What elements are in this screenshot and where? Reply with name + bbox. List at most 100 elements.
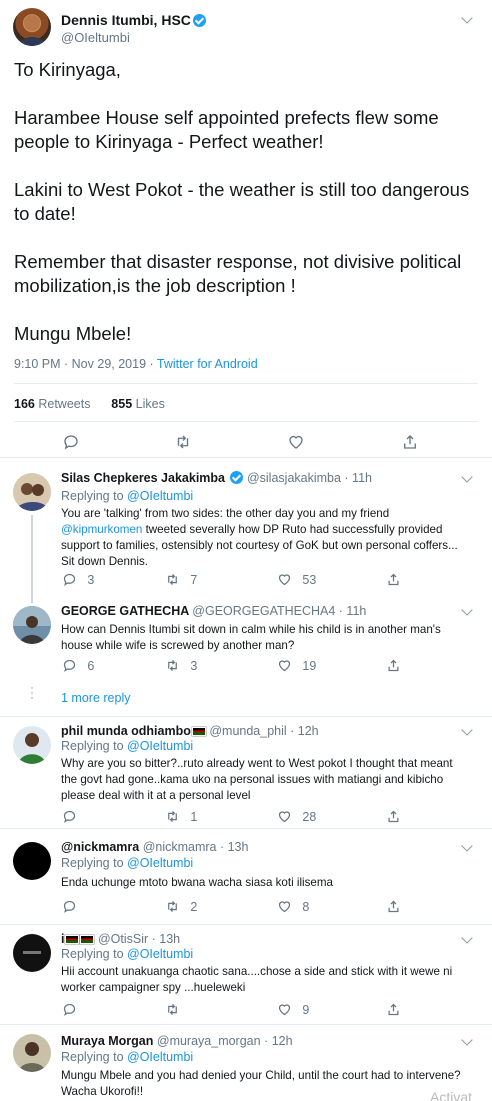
like-button[interactable]: 8 [277,899,309,914]
reply-button[interactable] [62,1002,77,1017]
reply-count: 6 [87,658,95,673]
retweet-button[interactable]: 3 [165,658,197,673]
divider [14,383,478,384]
like-button[interactable] [287,433,305,451]
chevron-down-icon[interactable] [461,471,473,483]
replying-to: Replying to @OIeltumbi [61,1050,194,1064]
heart-icon [278,574,291,586]
reply-button[interactable]: 3 [62,572,94,587]
retweet-button[interactable] [174,433,192,451]
share-button[interactable] [401,433,419,451]
reply-text: How can Dennis Itumbi sit down in calm w… [61,623,441,652]
reply-author[interactable]: Silas Chepkeres Jakakimba @silasjakakimb… [61,471,372,485]
reply-icon [64,435,78,450]
avatar[interactable] [13,842,51,880]
tweet-paragraph: Mungu Mbele! [14,323,132,344]
reply-author[interactable]: @nickmamra @nickmamra · 13h [61,840,248,854]
chevron-down-icon[interactable] [461,604,473,616]
reply-button[interactable] [62,809,87,824]
tweet-paragraph: Lakini to West Pokot - the weather is st… [14,179,470,224]
heart-icon [278,1004,291,1016]
avatar[interactable] [13,934,51,972]
like-button[interactable]: 19 [277,658,316,673]
reply: i @OtisSir · 13h Replying to @OIeltumbi … [0,926,492,1025]
retweet-button[interactable]: 2 [165,899,197,914]
divider [14,421,478,422]
retweet-button[interactable]: 7 [165,572,197,587]
heart-icon [278,660,291,672]
tweet-source-link[interactable]: Twitter for Android [157,357,258,371]
tweet-paragraph: Remember that disaster response, not div… [14,251,462,296]
tweet-meta: 9:10 PM · Nov 29, 2019 · Twitter for And… [14,357,258,371]
share-button[interactable] [386,658,401,673]
author-avatar[interactable] [13,8,51,46]
reply-text: Why are you so bitter?..ruto already wen… [61,757,453,802]
tweet-timestamp[interactable]: 9:10 PM · Nov 29, 2019 · [14,357,157,371]
kenya-flag-icon [80,935,95,944]
thread-dots [29,687,35,702]
retweet-icon [177,435,189,449]
avatar[interactable] [13,606,51,644]
chevron-down-icon[interactable] [461,1034,473,1046]
avatar[interactable] [13,473,51,511]
share-button[interactable] [386,572,401,587]
reply-icon [63,659,76,672]
replying-to: Replying to @OIeltumbi [61,947,194,961]
chevron-down-icon[interactable] [461,840,473,852]
more-replies-link[interactable]: 1 more reply [61,691,130,705]
reply-author[interactable]: i @OtisSir · 13h [61,932,180,946]
reply-button[interactable] [62,433,80,451]
reply: Muraya Morgan @muraya_morgan · 12h Reply… [0,1026,492,1101]
share-icon [404,435,416,449]
retweet-count: 3 [190,658,198,673]
retweet-button[interactable]: 1 [165,809,197,824]
like-count: 8 [302,899,310,914]
chevron-down-icon[interactable] [461,932,473,944]
likes-stat[interactable]: 855 Likes [111,397,165,411]
like-count: 9 [302,1002,310,1017]
share-button[interactable] [386,809,401,824]
like-count: 28 [302,809,317,824]
author-name[interactable]: Dennis Itumbi, HSC [61,12,206,28]
reply-author[interactable]: GEORGE GATHECHA @GEORGEGATHECHA4 · 11h [61,604,366,618]
reply-text: You are 'talking' from two sides: the ot… [61,507,458,568]
reply-icon [63,573,76,586]
like-button[interactable]: 53 [277,572,316,587]
tweet-paragraph: To Kirinyaga, [14,59,121,80]
reply-button[interactable]: 6 [62,658,94,673]
chevron-down-icon[interactable] [461,724,473,736]
replying-to: Replying to @OIeltumbi [61,489,194,503]
reply-button[interactable] [62,899,87,914]
reply-author[interactable]: phil munda odhiambo @munda_phil · 12h [61,724,319,738]
replying-to: Replying to @OIeltumbi [61,856,194,870]
share-button[interactable] [386,899,401,914]
reply-author[interactable]: Muraya Morgan @muraya_morgan · 12h [61,1034,293,1048]
share-button[interactable] [386,1002,401,1017]
retweet-count: 7 [190,572,198,587]
reply-text: Enda uchunge mtoto bwana wacha siasa kot… [61,876,333,889]
like-button[interactable]: 9 [277,1002,309,1017]
main-tweet: Dennis Itumbi, HSC @OIeltumbi To Kirinya… [0,0,492,458]
reply-text: Mungu Mbele and you had denied your Chil… [61,1069,461,1098]
reply: @nickmamra @nickmamra · 13h Replying to … [0,830,492,925]
chevron-down-icon[interactable] [461,12,473,24]
avatar[interactable] [13,726,51,764]
retweet-count: 2 [190,899,198,914]
like-count: 53 [302,572,317,587]
share-icon [388,573,399,586]
reply-icon [63,810,76,823]
author-handle[interactable]: @OIeltumbi [61,30,130,45]
avatar[interactable] [13,1034,51,1072]
kenya-flag-icon [191,727,206,736]
retweets-stat[interactable]: 166 Retweets [14,397,90,411]
share-icon [388,659,399,672]
heart-icon [278,811,291,823]
tweet-text: To Kirinyaga, Harambee House self appoin… [14,58,484,370]
retweet-button[interactable] [165,1002,180,1017]
retweet-icon [168,901,177,912]
like-button[interactable]: 28 [277,809,316,824]
tweet-paragraph: Harambee House self appointed prefects f… [14,107,439,152]
reply: phil munda odhiambo @munda_phil · 12h Re… [0,718,492,829]
mention-link[interactable]: @kipmurkomen [61,523,142,536]
retweet-icon [168,811,177,822]
